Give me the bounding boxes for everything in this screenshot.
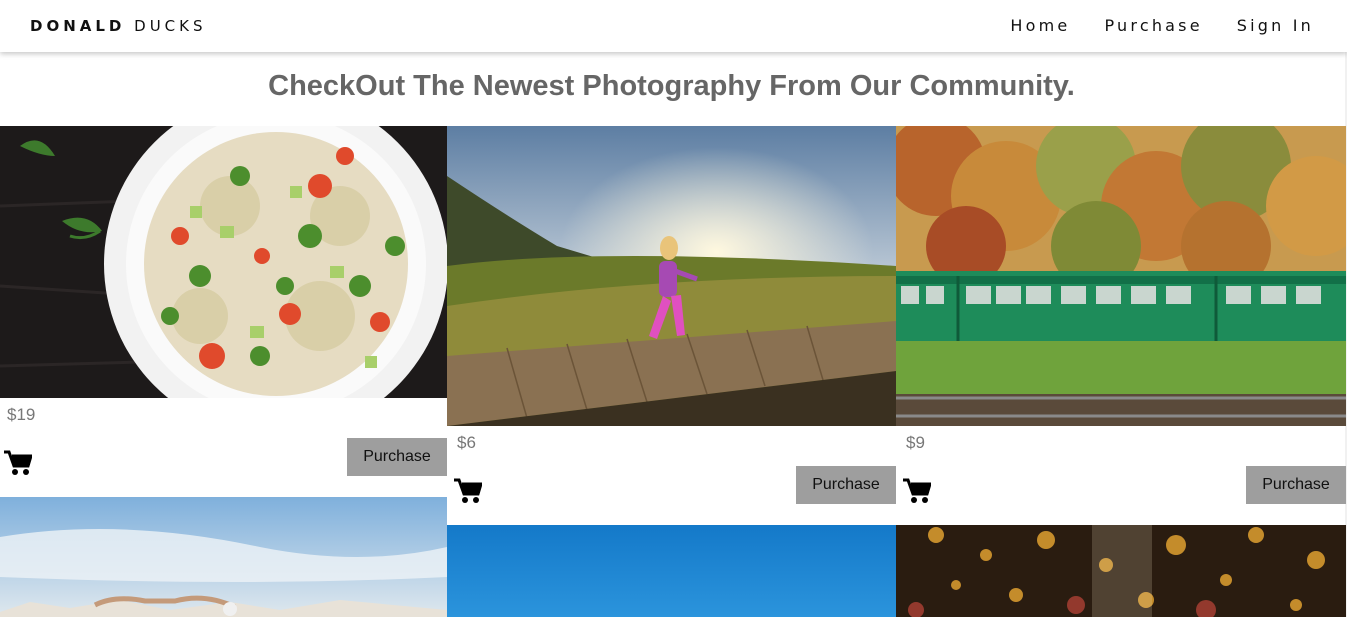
green-train-autumn-photo[interactable] (896, 126, 1346, 426)
brand-bold: DONALD (30, 17, 126, 35)
nav-sign-in-link[interactable]: Sign In (1237, 16, 1314, 35)
tabbouleh-salad-photo[interactable] (0, 126, 447, 398)
nav-links: Home Purchase Sign In (1010, 16, 1314, 35)
beach-sky-photo[interactable] (0, 497, 447, 617)
nav-home-link[interactable]: Home (1010, 16, 1070, 35)
price-label: $6 (457, 433, 476, 452)
nav-purchase-link[interactable]: Purchase (1104, 16, 1202, 35)
blue-sky-photo[interactable] (447, 525, 896, 617)
navbar: DONALD DUCKS Home Purchase Sign In (0, 0, 1347, 52)
photo-card: $19 Purchase (0, 126, 447, 497)
shopping-cart-icon[interactable] (903, 478, 931, 504)
photo-card: $6 Purchase (447, 126, 896, 525)
photo-card: $9 Purchase (896, 126, 1346, 525)
girl-running-boardwalk-photo[interactable] (447, 126, 896, 426)
purchase-button[interactable]: Purchase (1246, 466, 1346, 504)
purchase-button[interactable]: Purchase (347, 438, 447, 476)
page-headline: CheckOut The Newest Photography From Our… (268, 70, 1075, 102)
price-label: $9 (906, 433, 925, 452)
purchase-button[interactable]: Purchase (796, 466, 896, 504)
price-label: $19 (7, 405, 36, 424)
brand-rest: DUCKS (134, 17, 207, 35)
shopping-cart-icon[interactable] (454, 478, 482, 504)
bokeh-lights-photo[interactable] (896, 525, 1346, 617)
brand-logo[interactable]: DONALD DUCKS (30, 17, 207, 35)
shopping-cart-icon[interactable] (4, 450, 32, 476)
